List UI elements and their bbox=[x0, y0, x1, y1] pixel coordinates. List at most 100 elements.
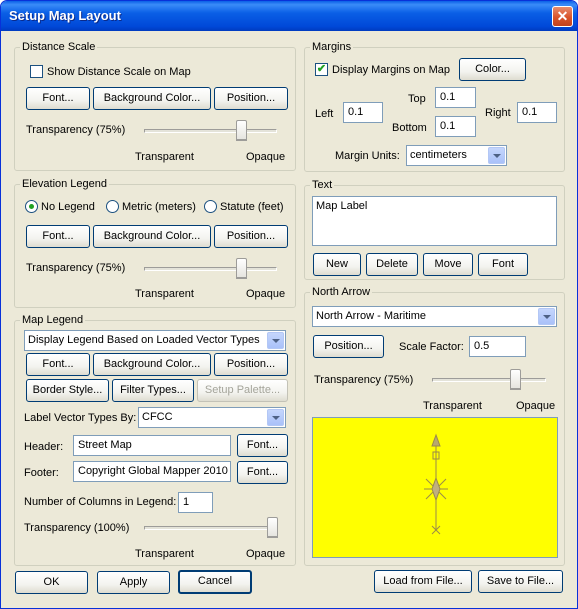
margin-units-select[interactable]: centimeters bbox=[406, 145, 507, 166]
map-legend-position-button[interactable]: Position... bbox=[214, 353, 288, 376]
text-delete-button[interactable]: Delete bbox=[366, 253, 418, 276]
margin-bottom-label: Bottom bbox=[392, 122, 427, 134]
save-to-file-button[interactable]: Save to File... bbox=[478, 570, 563, 593]
load-from-file-button[interactable]: Load from File... bbox=[374, 570, 472, 593]
no-legend-radio-dot bbox=[29, 204, 34, 209]
margin-left-label: Left bbox=[315, 108, 334, 120]
elevation-legend-transparency-label: Transparency (75%) bbox=[26, 262, 126, 274]
elevation-legend-font-button[interactable]: Font... bbox=[26, 225, 90, 248]
legend-mode-select[interactable]: Display Legend Based on Loaded Vector Ty… bbox=[24, 330, 286, 351]
display-margins-checkbox[interactable]: ✔ bbox=[315, 63, 328, 76]
map-legend-transparency-label: Transparency (100%) bbox=[24, 522, 130, 534]
close-button[interactable]: ✕ bbox=[552, 6, 573, 27]
show-distance-scale-label[interactable]: Show Distance Scale on Map bbox=[47, 66, 191, 78]
map-legend-transparent-label: Transparent bbox=[135, 548, 194, 560]
scale-factor-label: Scale Factor: bbox=[399, 341, 464, 353]
margin-units-value: centimeters bbox=[410, 149, 467, 161]
columns-label: Number of Columns in Legend: bbox=[24, 496, 177, 508]
distance-scale-transparent-label: Transparent bbox=[135, 151, 194, 163]
margin-bottom-input[interactable]: 0.1 bbox=[435, 116, 476, 137]
north-arrow-position-button[interactable]: Position... bbox=[313, 335, 384, 358]
columns-input[interactable]: 1 bbox=[178, 492, 213, 513]
margin-right-input[interactable]: 0.1 bbox=[517, 102, 557, 123]
chevron-down-icon[interactable] bbox=[538, 308, 555, 325]
text-move-button[interactable]: Move bbox=[423, 253, 473, 276]
label-vector-types-value: CFCC bbox=[142, 411, 173, 423]
no-legend-label[interactable]: No Legend bbox=[41, 201, 95, 213]
cancel-button[interactable]: Cancel bbox=[178, 570, 252, 594]
north-arrow-transparent-label: Transparent bbox=[423, 400, 482, 412]
map-legend-background-color-button[interactable]: Background Color... bbox=[93, 353, 211, 376]
distance-scale-font-button[interactable]: Font... bbox=[26, 87, 90, 110]
margin-color-button[interactable]: Color... bbox=[459, 58, 526, 81]
chevron-down-icon[interactable] bbox=[488, 147, 505, 164]
map-legend-opaque-label: Opaque bbox=[246, 548, 286, 560]
north-arrow-transparency-track[interactable] bbox=[432, 378, 546, 382]
margin-left-input[interactable]: 0.1 bbox=[343, 102, 383, 123]
no-legend-radio[interactable] bbox=[25, 200, 38, 213]
elevation-legend-title: Elevation Legend bbox=[22, 178, 108, 190]
compass-icon bbox=[424, 433, 448, 535]
north-arrow-title: North Arrow bbox=[312, 286, 371, 298]
chevron-down-icon[interactable] bbox=[267, 332, 284, 349]
border-style-button[interactable]: Border Style... bbox=[26, 379, 109, 402]
chevron-down-icon[interactable] bbox=[267, 409, 284, 426]
distance-scale-background-color-button[interactable]: Background Color... bbox=[93, 87, 211, 110]
margin-top-input[interactable]: 0.1 bbox=[435, 87, 476, 108]
map-legend-title: Map Legend bbox=[22, 314, 84, 326]
legend-mode-value: Display Legend Based on Loaded Vector Ty… bbox=[28, 334, 260, 346]
statute-feet-radio[interactable] bbox=[204, 200, 217, 213]
north-arrow-preview bbox=[312, 417, 558, 558]
margin-units-label: Margin Units: bbox=[335, 150, 400, 162]
elevation-legend-transparent-label: Transparent bbox=[135, 288, 194, 300]
distance-scale-transparency-track[interactable] bbox=[144, 129, 277, 133]
distance-scale-opaque-label: Opaque bbox=[246, 151, 286, 163]
map-legend-transparency-track[interactable] bbox=[144, 526, 277, 530]
footer-input[interactable]: Copyright Global Mapper 2010 bbox=[73, 461, 231, 482]
label-vector-types-label: Label Vector Types By: bbox=[24, 412, 137, 424]
header-font-button[interactable]: Font... bbox=[237, 434, 288, 457]
distance-scale-title: Distance Scale bbox=[22, 41, 96, 53]
footer-font-button[interactable]: Font... bbox=[237, 461, 288, 484]
distance-scale-transparency-thumb[interactable] bbox=[236, 120, 247, 141]
elevation-legend-transparency-thumb[interactable] bbox=[236, 258, 247, 279]
header-input[interactable]: Street Map bbox=[73, 435, 231, 456]
distance-scale-position-button[interactable]: Position... bbox=[214, 87, 288, 110]
label-vector-types-select[interactable]: CFCC bbox=[138, 407, 286, 428]
statute-feet-label[interactable]: Statute (feet) bbox=[220, 201, 284, 213]
north-arrow-style-value: North Arrow - Maritime bbox=[316, 310, 427, 322]
show-distance-scale-checkbox[interactable] bbox=[30, 65, 43, 78]
header-label: Header: bbox=[24, 441, 64, 453]
scale-factor-input[interactable]: 0.5 bbox=[469, 336, 526, 357]
north-arrow-transparency-thumb[interactable] bbox=[510, 369, 521, 390]
metric-meters-label[interactable]: Metric (meters) bbox=[122, 201, 196, 213]
text-title: Text bbox=[312, 179, 333, 191]
filter-types-button[interactable]: Filter Types... bbox=[112, 379, 194, 402]
text-item[interactable]: Map Label bbox=[316, 200, 553, 212]
metric-meters-radio[interactable] bbox=[106, 200, 119, 213]
elevation-legend-background-color-button[interactable]: Background Color... bbox=[93, 225, 211, 248]
text-font-button[interactable]: Font bbox=[478, 253, 528, 276]
elevation-legend-opaque-label: Opaque bbox=[246, 288, 286, 300]
text-items-list[interactable]: Map Label bbox=[312, 196, 557, 246]
distance-scale-transparency-label: Transparency (75%) bbox=[26, 124, 126, 136]
margin-right-label: Right bbox=[485, 107, 511, 119]
display-margins-label[interactable]: Display Margins on Map bbox=[332, 64, 450, 76]
window-title: Setup Map Layout bbox=[9, 8, 121, 23]
footer-label: Footer: bbox=[24, 467, 59, 479]
elevation-legend-transparency-track[interactable] bbox=[144, 267, 277, 271]
north-arrow-opaque-label: Opaque bbox=[516, 400, 556, 412]
apply-button[interactable]: Apply bbox=[97, 571, 170, 594]
text-new-button[interactable]: New bbox=[313, 253, 361, 276]
north-arrow-style-select[interactable]: North Arrow - Maritime bbox=[312, 306, 557, 327]
margin-top-label: Top bbox=[408, 93, 426, 105]
setup-map-layout-dialog: Setup Map Layout ✕ Distance Scale Show D… bbox=[0, 0, 578, 609]
elevation-legend-position-button[interactable]: Position... bbox=[214, 225, 288, 248]
map-legend-font-button[interactable]: Font... bbox=[26, 353, 90, 376]
north-arrow-transparency-label: Transparency (75%) bbox=[314, 374, 414, 386]
title-bar[interactable]: Setup Map Layout ✕ bbox=[1, 1, 577, 31]
map-legend-transparency-thumb[interactable] bbox=[267, 517, 278, 538]
setup-palette-button: Setup Palette... bbox=[197, 379, 288, 402]
ok-button[interactable]: OK bbox=[15, 571, 88, 594]
margins-title: Margins bbox=[312, 41, 352, 53]
